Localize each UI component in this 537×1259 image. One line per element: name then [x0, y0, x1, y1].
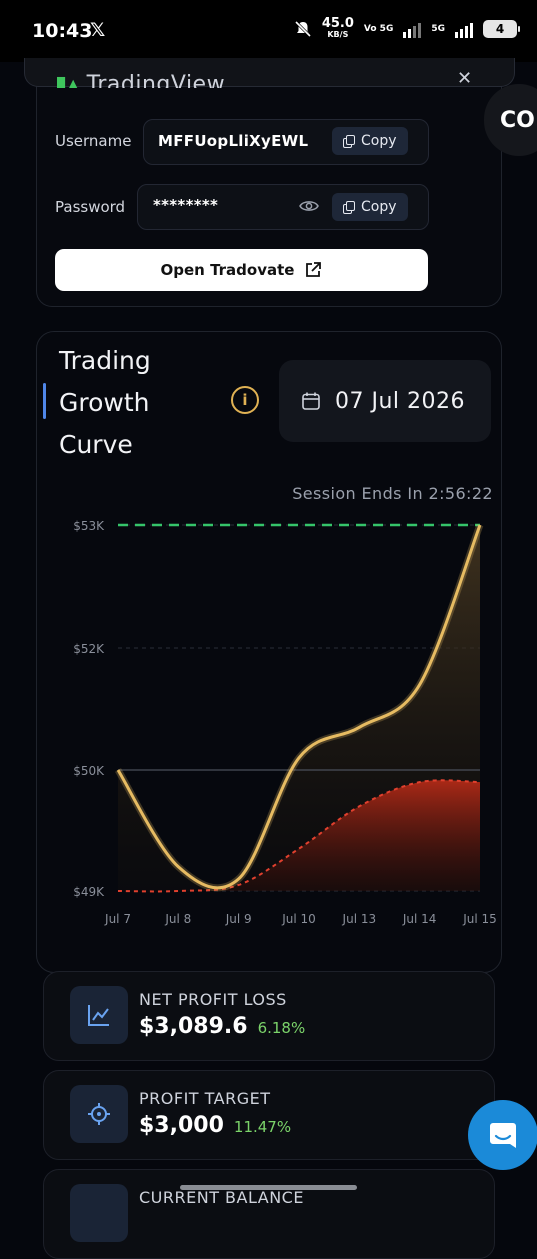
open-tradovate-button[interactable]: Open Tradovate: [55, 249, 428, 291]
username-label: Username: [55, 132, 131, 150]
password-label: Password: [55, 198, 125, 216]
metric-percent: 6.18%: [258, 1019, 306, 1037]
signal-icon: [403, 20, 421, 38]
growth-chart: $53K $52K $50K $49K Jul 7 Jul 8 Jul 9 Jul 10 Jul…: [60, 500, 500, 940]
metric-label: CURRENT BALANCE: [139, 1188, 304, 1207]
clock: 10:43: [32, 20, 92, 42]
metric-value: $3,089.66.18%: [139, 1014, 305, 1039]
title-accent-bar: [43, 383, 46, 419]
x-app-icon: 𝕏: [90, 19, 105, 41]
x-tick-label: Jul 8: [164, 912, 191, 926]
copy-password-button[interactable]: Copy: [332, 193, 408, 221]
status-bar: 10:43 𝕏 45.0KB/S Vo 5G 5G 4: [0, 0, 537, 62]
status-icons: 45.0KB/S Vo 5G 5G 4: [294, 18, 517, 40]
chart-line-icon: [70, 986, 128, 1044]
metric-label: PROFIT TARGET: [139, 1089, 271, 1108]
x-tick-label: Jul 9: [225, 912, 252, 926]
y-tick-label: $49K: [73, 885, 105, 899]
info-icon[interactable]: i: [231, 386, 259, 414]
volte-indicator: Vo 5G: [364, 25, 393, 34]
home-gesture-bar: [180, 1185, 357, 1190]
calendar-icon: [301, 391, 321, 411]
eye-icon[interactable]: [299, 199, 319, 213]
external-link-icon: [304, 261, 322, 279]
chat-icon: [487, 1119, 519, 1151]
current-balance-card: CURRENT BALANCE: [43, 1169, 495, 1259]
copy-username-button[interactable]: Copy: [332, 127, 408, 155]
network-type: 5G: [431, 25, 445, 34]
metric-value: $3,00011.47%: [139, 1113, 291, 1138]
signal-icon-2: [455, 20, 473, 38]
x-tick-label: Jul 15: [462, 912, 497, 926]
copy-label: Copy: [361, 199, 397, 215]
selected-date: 07 Jul 2026: [335, 389, 465, 414]
x-tick-label: Jul 7: [104, 912, 131, 926]
mute-icon: [294, 20, 312, 38]
chat-button[interactable]: [468, 1100, 537, 1170]
metric-percent: 11.47%: [234, 1118, 291, 1136]
x-tick-label: Jul 10: [281, 912, 316, 926]
date-picker[interactable]: 07 Jul 2026: [279, 360, 491, 442]
target-icon: [70, 1085, 128, 1143]
profit-target-card: PROFIT TARGET $3,00011.47%: [43, 1070, 495, 1160]
open-tradovate-label: Open Tradovate: [161, 261, 295, 279]
copy-label: Copy: [361, 133, 397, 149]
balance-icon: [70, 1184, 128, 1242]
copy-icon: [343, 201, 355, 213]
x-tick-label: Jul 13: [342, 912, 377, 926]
y-tick-label: $53K: [73, 519, 105, 533]
y-tick-label: $52K: [73, 642, 105, 656]
password-value: ********: [153, 196, 218, 214]
close-icon[interactable]: ✕: [457, 68, 472, 86]
net-profit-loss-card: NET PROFIT LOSS $3,089.66.18%: [43, 971, 495, 1061]
battery-icon: 4: [483, 20, 517, 38]
copy-icon: [343, 135, 355, 147]
y-tick-label: $50K: [73, 764, 105, 778]
metric-label: NET PROFIT LOSS: [139, 990, 287, 1009]
tradingview-logo: ▮▴ TradingView: [55, 72, 225, 88]
growth-title: Trading Growth Curve: [59, 340, 189, 466]
x-tick-label: Jul 14: [402, 912, 437, 926]
network-speed: 45.0KB/S: [322, 18, 354, 40]
username-value: MFFUopLliXyEWL: [158, 132, 308, 150]
